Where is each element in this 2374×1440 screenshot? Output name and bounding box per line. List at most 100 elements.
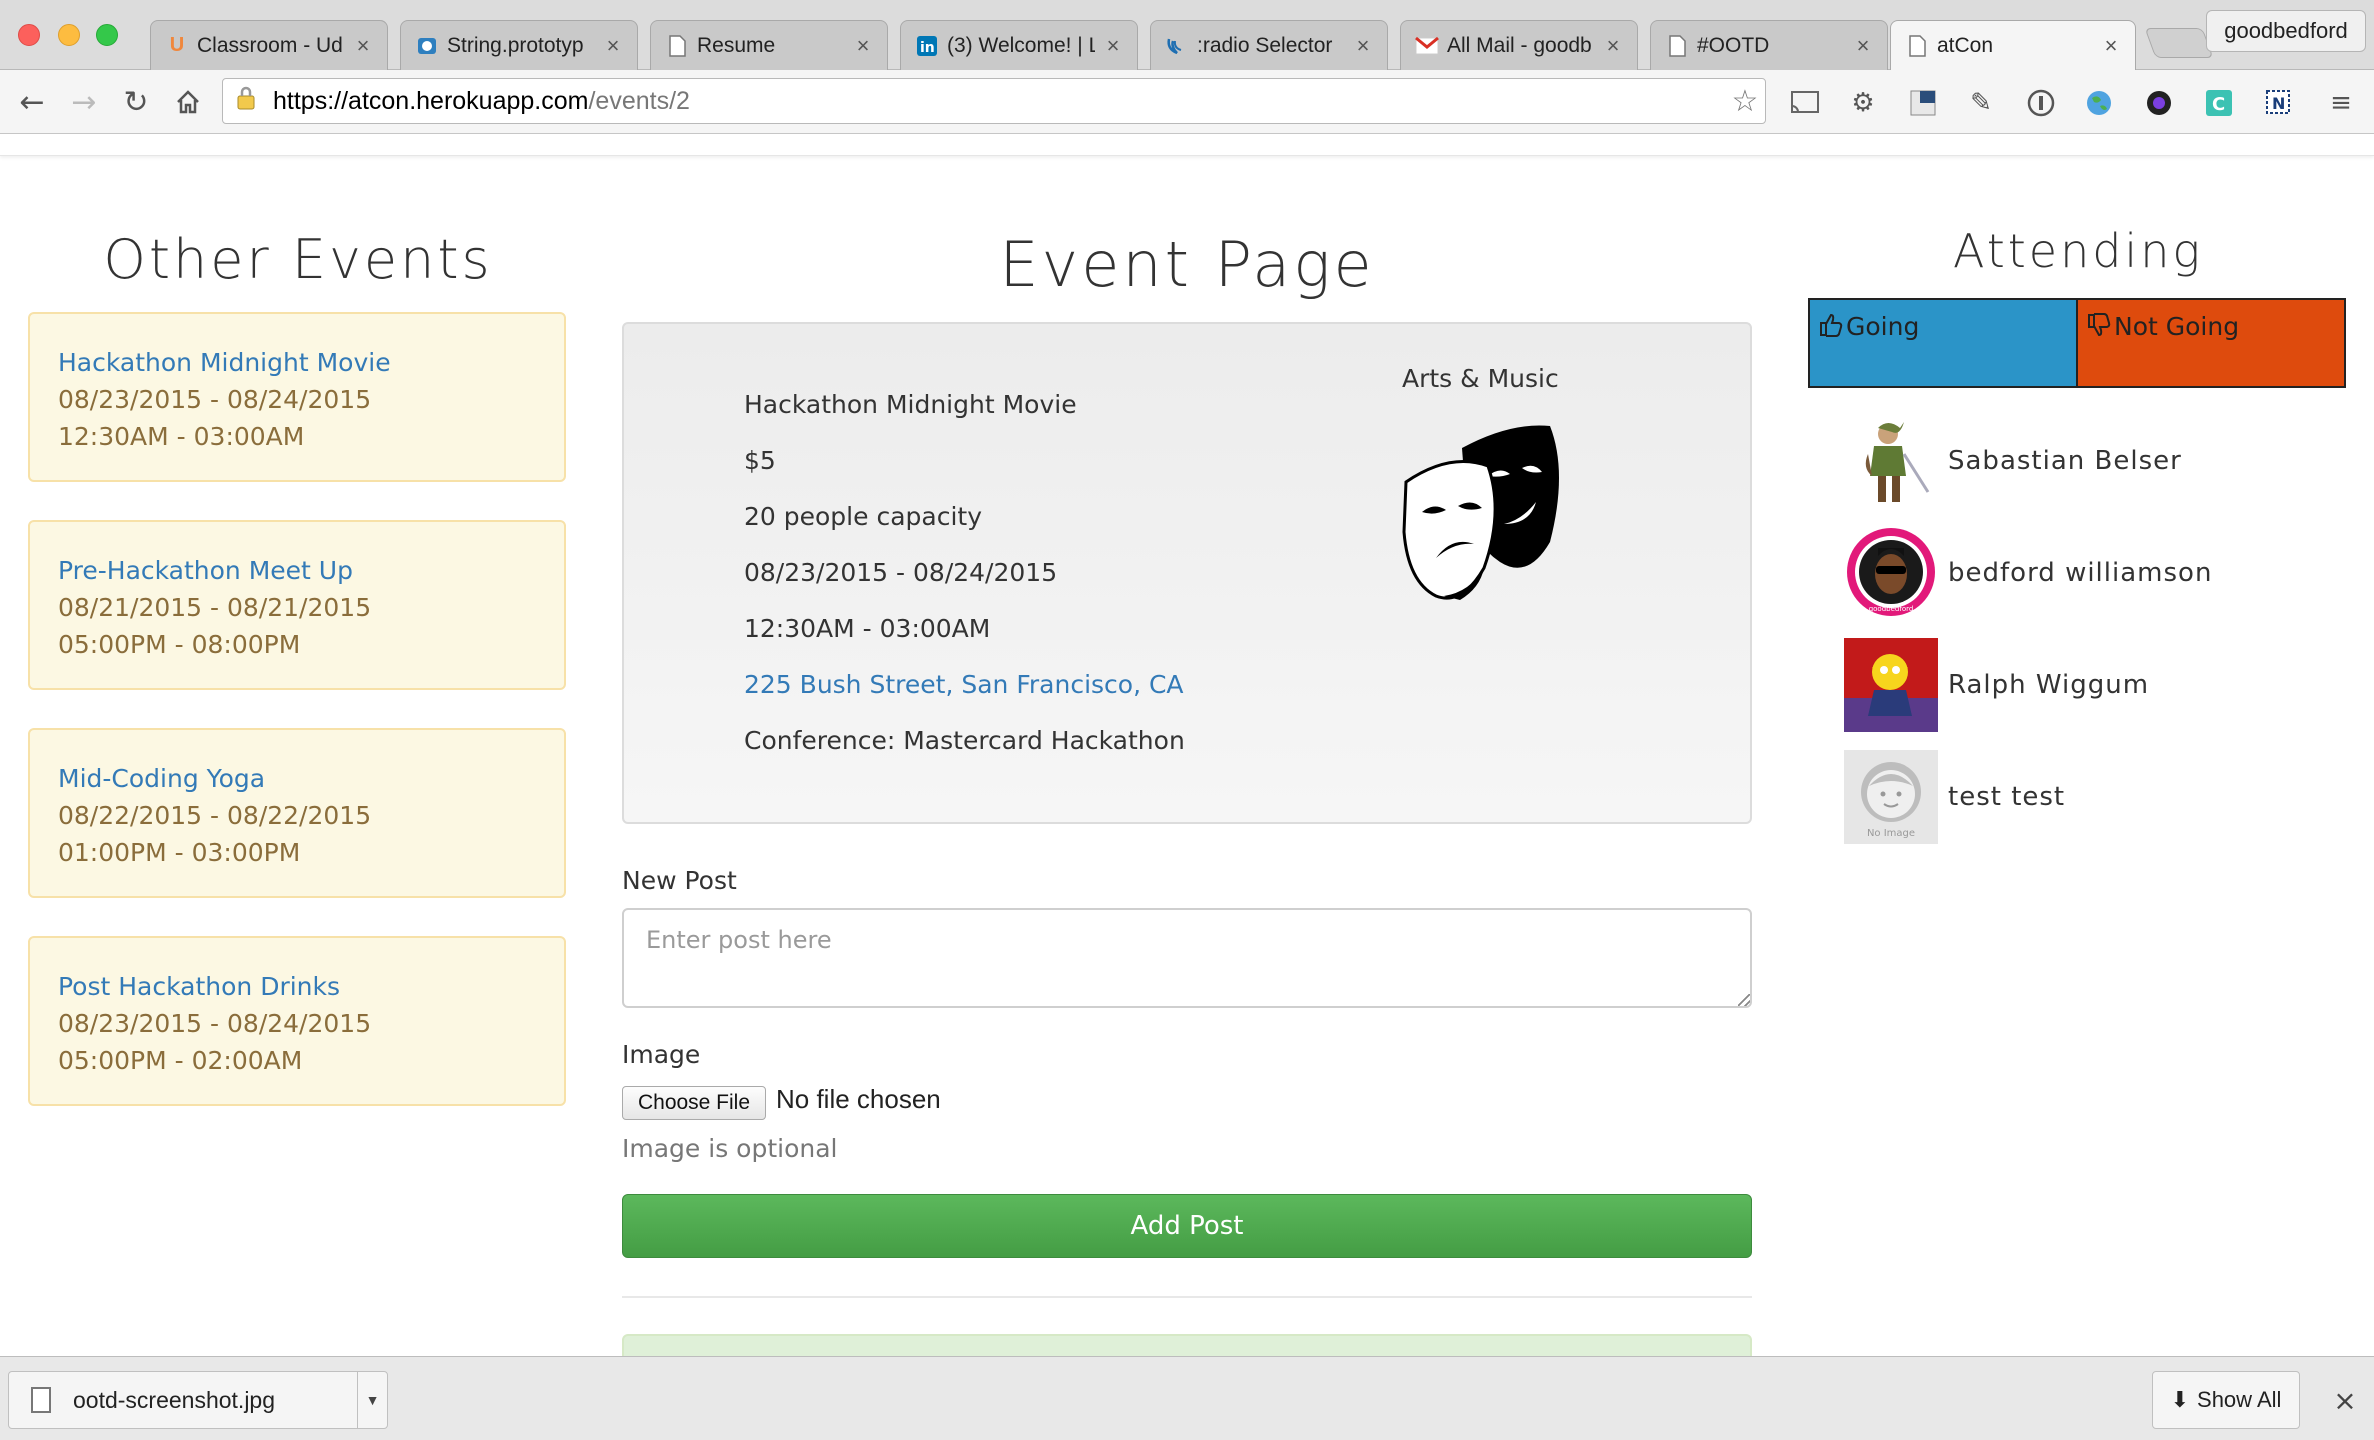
- cast-icon[interactable]: [1788, 86, 1822, 120]
- event-card-link[interactable]: Post Hackathon Drinks: [58, 968, 536, 1005]
- thumbs-up-icon: [1818, 312, 1844, 345]
- event-card-times: 05:00PM - 08:00PM: [58, 630, 301, 659]
- event-page-heading: Event Page: [999, 228, 1375, 301]
- browser-tab[interactable]: Resume ×: [650, 20, 888, 70]
- browser-tab-active[interactable]: atCon ×: [1890, 20, 2136, 71]
- show-all-button[interactable]: ⬇ Show All: [2152, 1371, 2300, 1429]
- show-all-label: Show All: [2197, 1387, 2282, 1412]
- browser-toolbar: ← → ↻ https://atcon.herokuapp.com/events…: [0, 70, 2374, 134]
- event-card: Pre-Hackathon Meet Up 08/21/2015 - 08/21…: [28, 520, 566, 690]
- browser-tab[interactable]: String.prototyp ×: [400, 20, 638, 70]
- event-card-dates: 08/23/2015 - 08/24/2015: [58, 1009, 372, 1038]
- close-tab-icon[interactable]: ×: [1603, 33, 1623, 59]
- file-icon: [31, 1387, 51, 1413]
- bookmark-star-icon[interactable]: ☆: [1725, 84, 1765, 119]
- event-card-times: 05:00PM - 02:00AM: [58, 1046, 303, 1075]
- forward-arrow-icon[interactable]: →: [66, 84, 102, 120]
- n-extension-icon[interactable]: N: [2262, 86, 2296, 120]
- menu-icon[interactable]: ≡: [2324, 86, 2358, 120]
- image-label: Image: [622, 1040, 701, 1069]
- onepassword-icon[interactable]: [2024, 86, 2058, 120]
- lock-icon: [235, 85, 263, 117]
- event-card-link[interactable]: Hackathon Midnight Movie: [58, 344, 536, 381]
- eyedropper-icon[interactable]: ✎: [1964, 86, 1998, 120]
- attendee-item[interactable]: Sabastian Belser: [1844, 414, 2324, 508]
- close-icon[interactable]: ×: [2330, 1383, 2360, 1417]
- globe-icon[interactable]: [2082, 86, 2116, 120]
- browser-tab[interactable]: U Classroom - Ud ×: [150, 20, 388, 70]
- close-tab-icon[interactable]: ×: [353, 33, 373, 59]
- browser-tab[interactable]: #OOTD ×: [1650, 20, 1888, 70]
- svg-text:in: in: [920, 40, 935, 56]
- add-post-button[interactable]: Add Post: [622, 1194, 1752, 1258]
- avatar: No Image: [1844, 750, 1938, 844]
- event-card-dates: 08/22/2015 - 08/22/2015: [58, 801, 372, 830]
- url-text: https://atcon.herokuapp.com/events/2: [273, 86, 690, 115]
- going-button[interactable]: Going: [1808, 298, 2078, 388]
- attendee-item[interactable]: Ralph Wiggum: [1844, 638, 2324, 732]
- event-address-link[interactable]: 225 Bush Street, San Francisco, CA: [744, 670, 1184, 699]
- browser-tab[interactable]: in (3) Welcome! | L ×: [900, 20, 1138, 70]
- event-name: Hackathon Midnight Movie: [744, 390, 1077, 419]
- back-arrow-icon[interactable]: ←: [14, 84, 50, 120]
- not-going-label: Not Going: [2114, 312, 2240, 341]
- other-events-heading: Other Events: [103, 228, 493, 291]
- zoom-window-button[interactable]: [96, 24, 118, 46]
- browser-tab[interactable]: All Mail - goodb ×: [1400, 20, 1638, 70]
- resize-handle[interactable]: [1738, 994, 1750, 1006]
- attendee-item[interactable]: goodbedford bedford williamson: [1844, 526, 2324, 620]
- event-category: Arts & Music: [1402, 364, 1559, 393]
- event-card-dates: 08/23/2015 - 08/24/2015: [58, 385, 372, 414]
- avatar: [1844, 414, 1938, 508]
- event-card-link[interactable]: Pre-Hackathon Meet Up: [58, 552, 536, 589]
- event-times: 12:30AM - 03:00AM: [744, 614, 991, 643]
- choose-file-button[interactable]: Choose File: [622, 1086, 766, 1120]
- download-filename: ootd-screenshot.jpg: [73, 1386, 276, 1413]
- attendee-name: test test: [1948, 782, 2066, 812]
- close-tab-icon[interactable]: ×: [603, 33, 623, 59]
- not-going-button[interactable]: Not Going: [2076, 298, 2346, 388]
- address-bar[interactable]: https://atcon.herokuapp.com/events/2 ☆: [222, 78, 1766, 124]
- event-card: Post Hackathon Drinks 08/23/2015 - 08/24…: [28, 936, 566, 1106]
- page-icon: [665, 34, 689, 58]
- browser-tabstrip: U Classroom - Ud × String.prototyp × Res…: [0, 0, 2374, 71]
- event-card-link[interactable]: Mid-Coding Yoga: [58, 760, 536, 797]
- profile-button[interactable]: goodbedford: [2206, 10, 2366, 52]
- extension-icon[interactable]: [1906, 86, 1940, 120]
- post-textarea[interactable]: [622, 908, 1752, 1008]
- download-item[interactable]: ootd-screenshot.jpg ▼: [8, 1371, 388, 1429]
- attendee-name: Sabastian Belser: [1948, 446, 2182, 476]
- svg-text:N: N: [2272, 94, 2285, 113]
- no-image-text: No Image: [1866, 828, 1916, 839]
- gmail-icon: [1415, 34, 1439, 58]
- close-tab-icon[interactable]: ×: [2101, 33, 2121, 59]
- svg-text:C: C: [2212, 94, 2225, 115]
- avatar: goodbedford: [1844, 526, 1938, 620]
- page-icon: [1905, 34, 1929, 58]
- close-tab-icon[interactable]: ×: [853, 33, 873, 59]
- close-tab-icon[interactable]: ×: [1853, 33, 1873, 59]
- minimize-window-button[interactable]: [58, 24, 80, 46]
- close-tab-icon[interactable]: ×: [1353, 33, 1373, 59]
- home-icon[interactable]: [170, 84, 206, 120]
- thumbs-down-icon: [2086, 312, 2112, 345]
- chevron-down-icon[interactable]: ▼: [357, 1372, 387, 1428]
- event-card-times: 01:00PM - 03:00PM: [58, 838, 301, 867]
- camera-lens-icon[interactable]: [2142, 86, 2176, 120]
- close-window-button[interactable]: [18, 24, 40, 46]
- page-navbar: [0, 134, 2374, 156]
- new-tab-button[interactable]: [2144, 28, 2214, 58]
- image-help-text: Image is optional: [622, 1134, 838, 1163]
- browser-tab[interactable]: :radio Selector ×: [1150, 20, 1388, 70]
- event-conference: Conference: Mastercard Hackathon: [744, 726, 1185, 755]
- jquery-icon: [1165, 34, 1189, 58]
- new-post-label: New Post: [622, 866, 737, 895]
- gear-icon[interactable]: ⚙: [1846, 86, 1880, 120]
- c-extension-icon[interactable]: C: [2202, 86, 2236, 120]
- reload-icon[interactable]: ↻: [118, 84, 154, 120]
- download-shelf: ootd-screenshot.jpg ▼ ⬇ Show All ×: [0, 1356, 2374, 1440]
- event-card: Mid-Coding Yoga 08/22/2015 - 08/22/2015 …: [28, 728, 566, 898]
- close-tab-icon[interactable]: ×: [1103, 33, 1123, 59]
- udacity-icon: U: [169, 34, 185, 56]
- attendee-item[interactable]: No Image test test: [1844, 750, 2324, 844]
